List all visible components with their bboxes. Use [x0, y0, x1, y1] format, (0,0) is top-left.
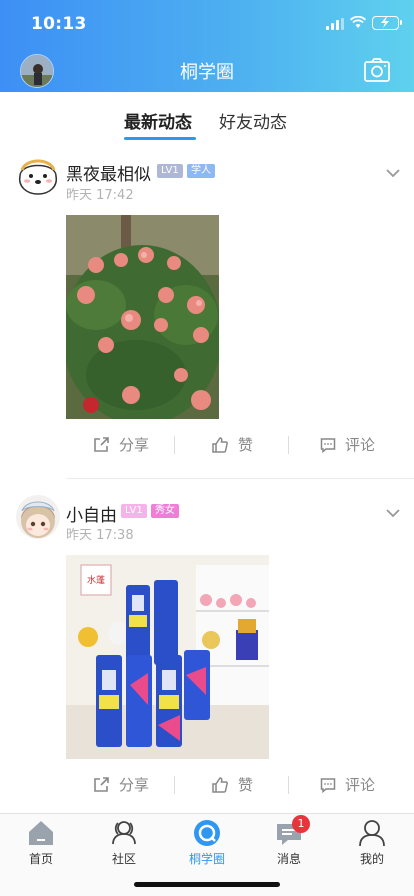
divider — [288, 776, 289, 794]
feed-tabs: 最新动态 好友动态 — [0, 92, 414, 144]
comment-icon — [320, 437, 336, 453]
like-button[interactable]: 赞 — [211, 774, 253, 795]
level-badge: LV1 — [121, 504, 147, 518]
divider — [288, 436, 289, 454]
post-avatar[interactable] — [16, 495, 60, 539]
tabbar-community[interactable]: 社区 — [94, 818, 154, 867]
like-label: 赞 — [238, 776, 254, 794]
post-time: 昨天 17:38 — [66, 528, 134, 543]
home-indicator — [134, 882, 280, 887]
status-bar: 10:13 — [0, 0, 414, 48]
role-badge: 秀女 — [151, 504, 179, 518]
status-time: 10:13 — [31, 14, 87, 34]
app-header: 10:13 桐学圈 — [0, 0, 414, 92]
unread-badge: 1 — [292, 815, 310, 833]
post-username[interactable]: 黑夜最相似 — [66, 160, 151, 185]
role-badge: 学人 — [187, 164, 215, 178]
share-label: 分享 — [119, 776, 150, 794]
active-tab-indicator — [124, 137, 196, 140]
community-icon — [109, 818, 139, 848]
share-icon — [94, 776, 109, 792]
post-separator — [66, 478, 414, 479]
chevron-down-icon[interactable] — [386, 508, 400, 518]
tabbar-circle[interactable]: 桐学圈 — [177, 818, 237, 867]
post-avatar[interactable] — [16, 154, 60, 198]
tabbar-profile[interactable]: 我的 — [342, 818, 402, 867]
like-label: 赞 — [238, 436, 254, 454]
share-button[interactable]: 分享 — [92, 434, 149, 455]
tabbar-label: 社区 — [111, 852, 136, 866]
post-image[interactable] — [66, 215, 219, 419]
tabbar-messages[interactable]: 1 消息 — [259, 815, 319, 867]
level-badge: LV1 — [157, 164, 183, 178]
thumbs-up-icon — [212, 776, 228, 793]
like-button[interactable]: 赞 — [211, 434, 253, 455]
tab-friends[interactable]: 好友动态 — [219, 108, 287, 133]
comment-button[interactable]: 评论 — [320, 774, 375, 795]
tabbar-label: 桐学圈 — [188, 852, 225, 866]
battery-charging-icon — [372, 16, 402, 30]
circle-icon — [192, 818, 222, 848]
thumbs-up-icon — [212, 436, 228, 453]
post-actions: 分享 赞 评论 — [0, 770, 414, 800]
tabbar-label: 首页 — [28, 852, 53, 866]
share-icon — [94, 436, 109, 452]
profile-icon — [357, 818, 387, 848]
comment-label: 评论 — [345, 436, 376, 454]
post-username[interactable]: 小自由 — [66, 501, 117, 526]
tab-latest[interactable]: 最新动态 — [124, 108, 192, 133]
tabbar-label: 我的 — [359, 852, 384, 866]
message-icon: 1 — [274, 815, 310, 848]
home-icon — [26, 818, 56, 848]
chevron-down-icon[interactable] — [386, 168, 400, 178]
share-label: 分享 — [119, 436, 150, 454]
comment-button[interactable]: 评论 — [320, 434, 375, 455]
post-image[interactable]: 水蓬 — [66, 555, 269, 759]
comment-icon — [320, 777, 336, 793]
divider — [174, 436, 175, 454]
tabbar-label: 消息 — [276, 852, 301, 866]
share-button[interactable]: 分享 — [92, 774, 149, 795]
page-title: 桐学圈 — [180, 62, 234, 83]
divider — [174, 776, 175, 794]
post-actions: 分享 赞 评论 — [0, 430, 414, 460]
camera-icon[interactable] — [364, 58, 390, 82]
svg-text:水蓬: 水蓬 — [87, 574, 105, 586]
post-time: 昨天 17:42 — [66, 188, 134, 203]
tabbar-home[interactable]: 首页 — [11, 818, 71, 867]
wifi-icon — [350, 16, 366, 28]
cellular-signal-icon — [326, 18, 344, 30]
comment-label: 评论 — [345, 776, 376, 794]
